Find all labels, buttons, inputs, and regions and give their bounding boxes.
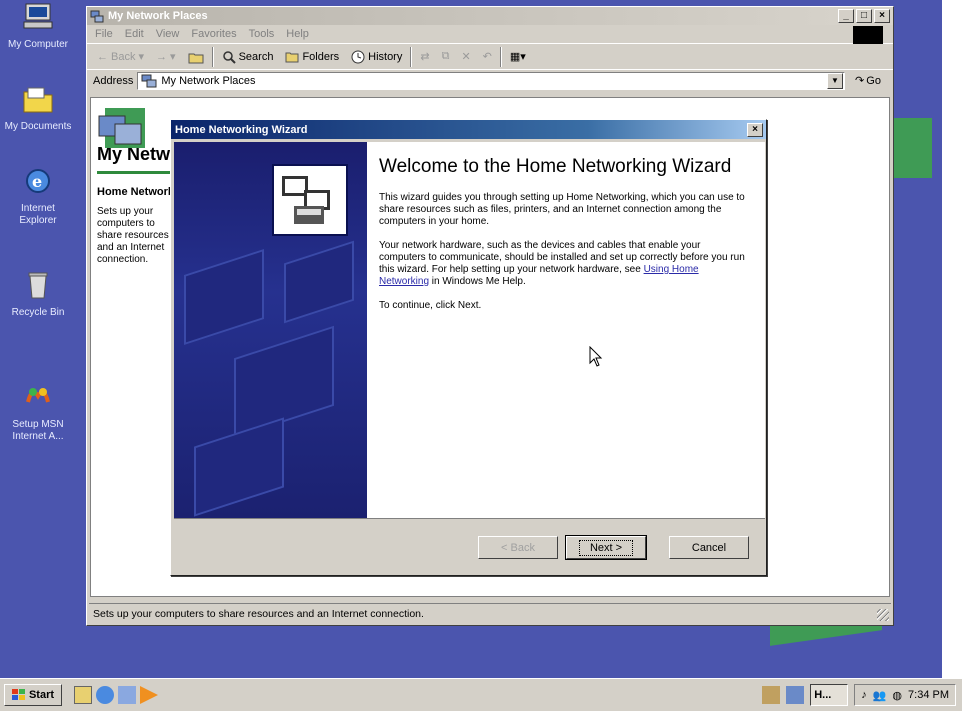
back-button[interactable]: < Back (478, 536, 558, 559)
desktop-icon-my-computer[interactable]: My Computer (0, 2, 82, 51)
windows-logo-icon (853, 26, 883, 44)
panel-divider (97, 171, 177, 174)
wizard-side-graphic (174, 142, 367, 518)
taskbar-button-wizard[interactable]: H... (810, 684, 849, 706)
folders-button[interactable]: Folders (281, 51, 343, 63)
status-bar: Sets up your computers to share resource… (89, 603, 891, 623)
wizard-close-button[interactable]: × (747, 122, 763, 137)
screen-edge (942, 0, 962, 678)
toolbar-separator (211, 46, 214, 67)
search-icon (222, 50, 236, 64)
resize-grip[interactable] (877, 609, 889, 621)
move-to-button[interactable]: ⇄ (416, 50, 433, 63)
tray-network-tool-icon[interactable] (762, 686, 781, 704)
folders-icon (285, 52, 299, 62)
decorative-shape (284, 240, 354, 324)
toolbar-separator (410, 46, 413, 67)
wizard-titlebar[interactable]: Home Networking Wizard × (171, 120, 766, 139)
wizard-title: Home Networking Wizard (175, 123, 308, 136)
panel-item-title: Home Networking Wizard (97, 186, 230, 198)
go-arrow-icon: ↷ (855, 75, 865, 87)
windows-flag-icon (11, 689, 25, 700)
my-computer-icon (23, 3, 53, 29)
cancel-button[interactable]: Cancel (669, 536, 749, 559)
wizard-hardware-text: Your network hardware, such as the devic… (379, 240, 745, 287)
network-computers-icon (282, 176, 330, 224)
decorative-shape (194, 417, 284, 517)
tray-globe-icon[interactable]: ◍ (892, 689, 902, 702)
taskbar: Start H... ♪ 👥 ◍ 7:34 PM (0, 678, 962, 711)
go-button[interactable]: ↷ Go (843, 74, 893, 88)
window-title: My Network Places (108, 10, 208, 22)
media-player-icon[interactable] (140, 686, 158, 704)
menu-favorites[interactable]: Favorites (191, 28, 236, 40)
desktop-icon-my-documents[interactable]: My Documents (0, 84, 82, 133)
network-places-task-icon[interactable] (786, 686, 805, 704)
toolbar-separator (499, 46, 502, 67)
msn-messenger-icon[interactable]: 👥 (873, 689, 887, 702)
delete-button[interactable]: ✕ (457, 50, 474, 63)
wizard-continue-text: To continue, click Next. (379, 300, 482, 311)
msn-setup-icon (26, 388, 50, 403)
menu-view[interactable]: View (156, 28, 180, 40)
window-titlebar[interactable]: My Network Places _ □ × (87, 7, 893, 25)
decorative-shape (234, 325, 334, 439)
svg-text:e: e (32, 172, 42, 191)
wizard-heading: Welcome to the Home Networking Wizard (379, 156, 732, 177)
panel-item-description: Sets up your computers to share resource… (97, 206, 169, 265)
copy-to-button[interactable]: ⧉ (438, 50, 454, 63)
wizard-intro-text: This wizard guides you through setting u… (379, 192, 745, 227)
quick-launch (74, 686, 158, 704)
menu-tools[interactable]: Tools (249, 28, 275, 40)
wizard-button-bar: < Back Next > Cancel (174, 518, 765, 574)
address-input[interactable]: My Network Places (137, 71, 845, 90)
search-button[interactable]: Search (218, 50, 278, 64)
clock[interactable]: 7:34 PM (908, 689, 949, 701)
history-icon (351, 50, 365, 63)
minimize-button[interactable]: _ (838, 9, 854, 23)
address-bar: Address My Network Places ▼ ↷ Go (87, 69, 893, 91)
status-text: Sets up your computers to share resource… (93, 607, 424, 620)
web-view-panel: My Network Places Home Networking Wizard… (97, 108, 260, 266)
close-button[interactable]: × (874, 9, 890, 23)
recycle-bin-icon (28, 272, 48, 299)
address-label: Address (93, 74, 134, 87)
standard-toolbar: ← Back ▾ → ▾ Search Folders History ⇄ ⧉ … (87, 43, 893, 69)
maximize-button[interactable]: □ (856, 9, 872, 23)
menu-help[interactable]: Help (286, 28, 309, 40)
menu-bar: File Edit View Favorites Tools Help (87, 25, 893, 43)
history-button[interactable]: History (347, 50, 406, 64)
start-button[interactable]: Start (4, 684, 62, 706)
wallpaper-green-block (892, 118, 932, 178)
desktop-icon-internet-explorer[interactable]: e Internet Explorer (0, 166, 82, 227)
undo-button[interactable]: ↶ (479, 50, 496, 63)
network-places-large-icon (98, 108, 145, 148)
show-desktop-icon[interactable] (74, 686, 92, 704)
system-tray: ♪ 👥 ◍ 7:34 PM (854, 684, 956, 706)
taskbar-right: H... ♪ 👥 ◍ 7:34 PM (762, 684, 956, 706)
up-folder-button[interactable] (184, 50, 208, 64)
my-documents-icon (23, 87, 53, 113)
home-network-emblem-icon (272, 164, 348, 236)
volume-icon[interactable]: ♪ (861, 689, 867, 701)
forward-button[interactable]: → ▾ (152, 50, 180, 63)
mouse-pointer-icon (589, 346, 603, 367)
up-folder-icon (188, 53, 204, 63)
desktop-icon-recycle-bin[interactable]: Recycle Bin (0, 270, 82, 319)
desktop-icon-setup-msn[interactable]: Setup MSN Internet A... (0, 382, 82, 443)
network-places-icon (141, 74, 157, 87)
menu-edit[interactable]: Edit (125, 28, 144, 40)
home-networking-wizard-dialog: Home Networking Wizard × Welcome to the … (170, 119, 767, 576)
wizard-content: Welcome to the Home Networking Wizard Th… (367, 142, 765, 518)
views-button[interactable]: ▦▾ (506, 50, 530, 63)
menu-file[interactable]: File (95, 28, 113, 40)
internet-explorer-icon[interactable] (96, 686, 114, 704)
network-places-icon (90, 10, 104, 22)
outlook-express-icon[interactable] (118, 686, 136, 704)
next-button[interactable]: Next > (565, 535, 647, 560)
internet-explorer-icon: e (26, 169, 50, 193)
back-button[interactable]: ← Back ▾ (93, 50, 148, 64)
address-dropdown-button[interactable]: ▼ (827, 72, 843, 89)
decorative-shape (184, 249, 264, 345)
